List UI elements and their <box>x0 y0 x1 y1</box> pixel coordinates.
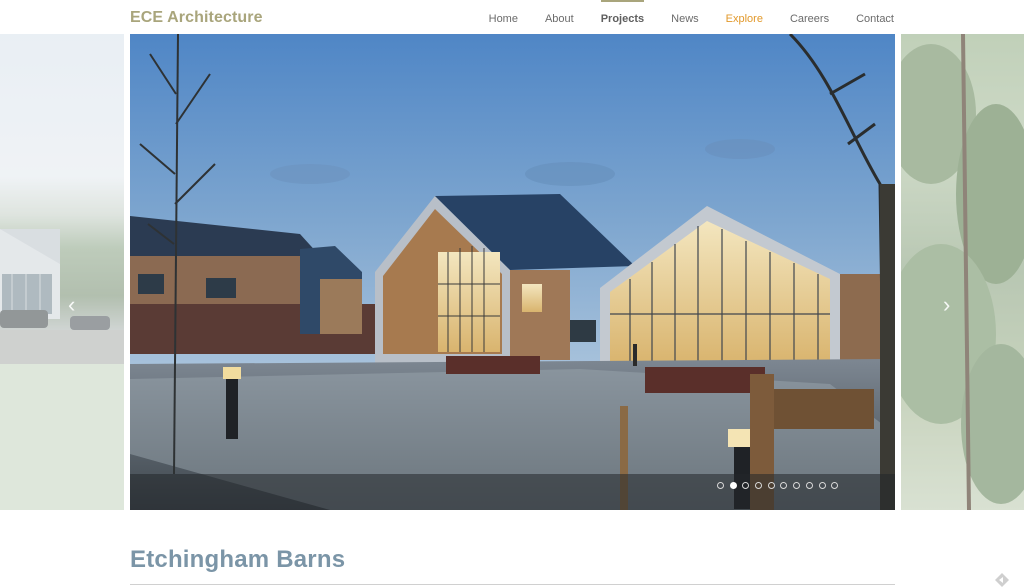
carousel-next-slide-preview[interactable]: › <box>901 34 1024 510</box>
carousel-dot[interactable] <box>818 482 826 489</box>
diamond-arrow-icon[interactable] <box>994 572 1010 588</box>
carousel-main-slide[interactable] <box>130 34 895 510</box>
chevron-left-icon[interactable]: ‹ <box>68 294 82 316</box>
carousel-dot[interactable] <box>831 482 839 489</box>
title-divider <box>130 584 895 585</box>
nav-item-careers[interactable]: Careers <box>790 0 829 34</box>
main-nav: Home About Projects News Explore Careers… <box>462 0 894 34</box>
etchingham-barns-photo <box>130 34 895 510</box>
project-title: Etchingham Barns <box>130 546 346 573</box>
carousel-pagination <box>717 482 844 489</box>
carousel-prev-slide-preview[interactable]: ‹ <box>0 34 124 510</box>
site-logo[interactable]: ECE Architecture <box>130 9 263 27</box>
carousel-dot[interactable] <box>793 482 801 489</box>
prev-slide-fade <box>0 34 124 510</box>
carousel-dot[interactable] <box>780 482 788 489</box>
chevron-right-icon[interactable]: › <box>943 294 957 316</box>
carousel-dot-active[interactable] <box>729 482 737 489</box>
carousel-dot[interactable] <box>742 482 750 489</box>
carousel-dot[interactable] <box>755 482 763 489</box>
nav-item-home[interactable]: Home <box>489 0 518 34</box>
carousel-dot[interactable] <box>805 482 813 489</box>
site-header: ECE Architecture Home About Projects New… <box>0 0 1024 34</box>
nav-item-contact[interactable]: Contact <box>856 0 894 34</box>
next-slide-fade <box>901 34 1024 510</box>
nav-item-explore[interactable]: Explore <box>726 0 763 34</box>
carousel-dot[interactable] <box>717 482 724 489</box>
nav-item-projects[interactable]: Projects <box>600 0 645 34</box>
nav-item-about[interactable]: About <box>545 0 574 34</box>
nav-item-news[interactable]: News <box>671 0 699 34</box>
carousel-dot[interactable] <box>767 482 775 489</box>
